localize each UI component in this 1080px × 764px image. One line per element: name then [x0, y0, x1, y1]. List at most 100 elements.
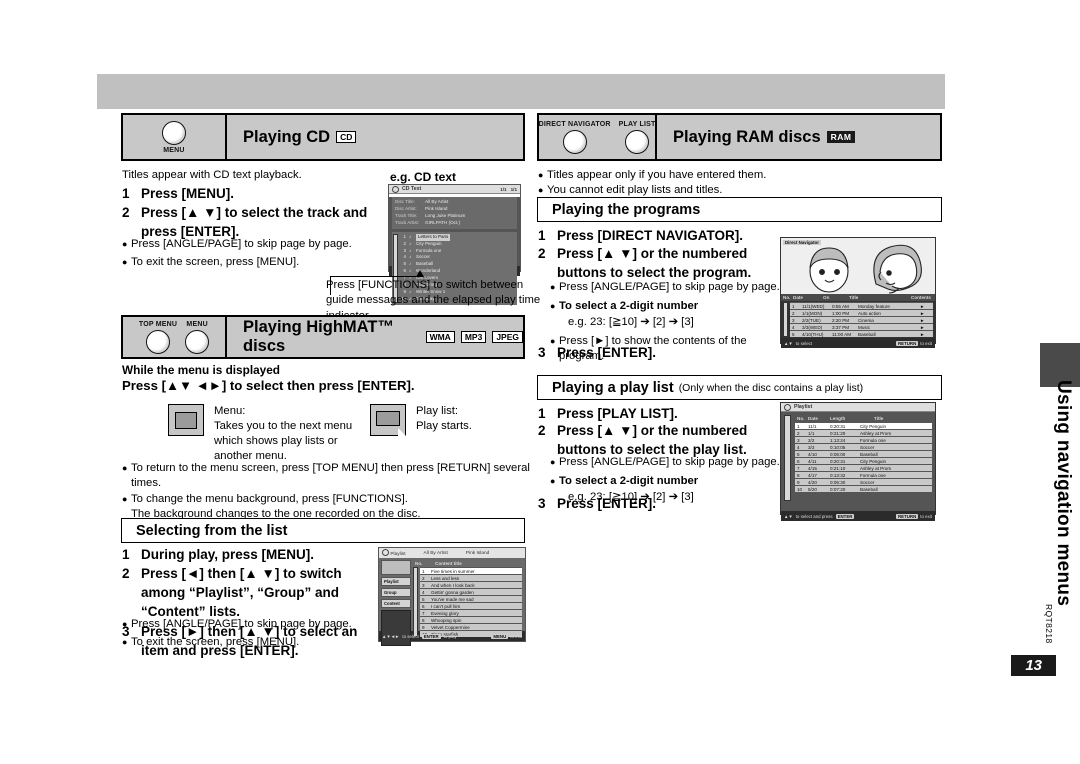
scrollbar[interactable]	[784, 415, 791, 501]
dn-col-on: On	[823, 295, 830, 300]
highmat-list-row[interactable]: 8 Whooping spin	[420, 616, 522, 623]
programs-step-3-wrap: 3 Press [ENTER].	[538, 343, 780, 362]
bullet-dot-icon: ●	[550, 282, 556, 292]
row-contents-arrow-icon[interactable]: ►	[920, 325, 925, 330]
highmat-footer-left: to select	[402, 633, 419, 639]
programs-step-3-number: 3	[538, 345, 546, 360]
dn-col-title: Title	[849, 295, 859, 300]
highmat-playlist-screen: Playlist All By Artist Pink Island Playl…	[378, 547, 526, 646]
scrollbar[interactable]	[413, 567, 418, 637]
cd-track-row[interactable]: 3 ♪ Formula one	[400, 248, 516, 255]
direct-navigator-button-icon[interactable]: DIRECT NAVIGATOR	[539, 121, 611, 154]
highmat-footer-mid: to play	[443, 633, 457, 639]
menu-button-icon[interactable]: MENU	[185, 321, 210, 354]
cd-info-row: Track Artist: GIRLPATH (Oct.)	[395, 220, 514, 227]
pl-footer-key: ENTER	[835, 513, 855, 519]
row-contents-arrow-icon[interactable]: ►	[920, 304, 925, 309]
selecting-step-1-text: During play, press [MENU].	[141, 547, 315, 562]
dn-col-no: No.	[783, 295, 791, 300]
disc-tag-cd: CD	[336, 130, 357, 144]
pl-row[interactable]: 7 4/15 0:21:10 Ashley at Prom	[795, 464, 932, 471]
cd-track-row[interactable]: 5 ♪ Baseball	[400, 261, 516, 268]
highmat-list-row[interactable]: 4 Gettin' gonna garden	[420, 588, 522, 595]
pl-row[interactable]: 2 1/1 0:21:20 Ashley at Prom	[795, 429, 932, 436]
row-contents-arrow-icon[interactable]: ►	[920, 318, 925, 323]
dn-row[interactable]: 5 4/10(THU) 11:00 AM Baseball ►	[790, 330, 933, 337]
playlist-bullet-1-text: Press [ANGLE/PAGE] to skip page by page.	[559, 456, 780, 468]
row-no: 2	[797, 430, 800, 436]
cd-track-row[interactable]: 2 ♪ City Penguin	[400, 241, 516, 248]
cd-track-title: Letters to Paris	[416, 233, 451, 241]
row-title: Baseball	[860, 451, 878, 457]
row-title: City Penguin	[860, 423, 887, 429]
bullet-dot-icon: ●	[122, 257, 128, 268]
highmat-list-row[interactable]: 3 And when I look back	[420, 581, 522, 588]
menu-button-icon[interactable]: MENU	[162, 120, 186, 154]
highmat-side-item-playlist[interactable]: Playlist	[381, 577, 411, 586]
pl-row[interactable]: 1 11/1 0:20:31 City Penguin	[795, 422, 932, 429]
bullet-dot-icon: ●	[122, 239, 128, 249]
row-title: Velvet Coppermine	[431, 624, 470, 630]
row-no: 5	[797, 451, 800, 457]
cd-track-row[interactable]: 4 ♪ Soccer	[400, 254, 516, 261]
play-list-button-icon[interactable]: PLAY LIST	[619, 121, 656, 154]
row-length: 1:13:24	[830, 437, 846, 443]
highmat-list-row[interactable]: 9 Velvet Coppermine	[420, 623, 522, 630]
highmat-list-row[interactable]: 6 I can't pull him	[420, 602, 522, 609]
highmat-screen-title-group: Playlist	[382, 549, 406, 557]
highmat-screen-title: Playlist	[390, 552, 406, 557]
top-menu-button-icon[interactable]: TOP MENU	[139, 321, 177, 354]
dn-row[interactable]: 1 11/1(WED) 0:55 AM Monday feature ►	[790, 302, 933, 309]
row-date: 1/1	[808, 430, 815, 436]
row-title: Gettin' gonna garden	[431, 589, 474, 595]
dn-row[interactable]: 4 3/3(WED) 3:37 PM Music ►	[790, 323, 933, 330]
programs-title: Playing the programs	[552, 201, 701, 218]
pl-row[interactable]: 8 4/17 0:13:32 Formula one	[795, 471, 932, 478]
dn-row[interactable]: 3 2/2(TUE) 2:20 PM Cinema ►	[790, 316, 933, 323]
pl-row[interactable]: 4 3/3 0:10:05 Soccer	[795, 443, 932, 450]
row-date: 5/20	[808, 486, 817, 492]
pl-row[interactable]: 3 2/2 1:13:24 Formula one	[795, 436, 932, 443]
selecting-step-1: 1 During play, press [MENU].	[122, 545, 372, 564]
pl-row[interactable]: 10 5/20 0:07:20 Baseball	[795, 485, 932, 492]
row-contents-arrow-icon[interactable]: ►	[920, 332, 925, 337]
pl-row[interactable]: 5 4/10 0:05:00 Baseball	[795, 450, 932, 457]
ram-playlist-titlebar: Playlist	[781, 403, 935, 412]
side-tab-label: Using navigation menus	[1053, 380, 1074, 607]
playlist-step-3: 3 Press [ENTER].	[538, 494, 780, 513]
cd-track-row[interactable]: 1 ♪ Letters to Paris	[400, 233, 516, 241]
direct-navigator-rows-wrap: 1 11/1(WED) 0:55 AM Monday feature ► 2 1/1(MO…	[781, 301, 935, 338]
row-date: 4/10	[808, 451, 817, 457]
scrollbar[interactable]	[783, 302, 788, 337]
playing-cd-title: Playing CD	[243, 127, 331, 146]
cd-screen-meters: 1/1 1/1	[500, 187, 517, 192]
disc-tag-jpeg: JPEG	[492, 330, 523, 344]
highmat-footer-right-group: MENU to exit	[491, 633, 522, 639]
row-on: 2:20 PM	[832, 317, 850, 323]
highmat-side-item-group[interactable]: Group	[381, 588, 411, 597]
highmat-list-row[interactable]: 1 Five times in summer	[420, 567, 522, 574]
pl-row[interactable]: 6 4/11 0:20:31 City Penguin	[795, 457, 932, 464]
row-no: 7	[422, 610, 425, 616]
highmat-list-row[interactable]: 2 Less and less	[420, 574, 522, 581]
programs-step-3-text: Press [ENTER].	[557, 345, 657, 360]
pl-row[interactable]: 9 4/20 0:05:30 Soccer	[795, 478, 932, 485]
row-on: 0:55 AM	[832, 303, 849, 309]
playlist-step-3-number: 3	[538, 496, 546, 511]
dpad-icon: ▲▼	[784, 513, 793, 519]
row-no: 6	[422, 603, 425, 609]
highmat-list-row[interactable]: 5 You've made me sad	[420, 595, 522, 602]
top-gray-band	[97, 74, 945, 109]
highmat-side-item-content[interactable]: Content	[381, 599, 411, 608]
section-header-playing-cd: MENU Playing CD CD	[121, 113, 525, 161]
cd-step-2-text: Press [▲ ▼] to select the track and pres…	[141, 205, 368, 240]
highmat-screen-album: Pink Island	[465, 550, 490, 556]
highmat-screen-body: Playlist Group Content No. Content title…	[379, 558, 525, 646]
dn-row[interactable]: 2 1/1(MON) 1:00 PM Auto action ►	[790, 309, 933, 316]
bullet-dot-icon: ●	[550, 301, 556, 312]
row-title: Formula one	[860, 437, 886, 443]
row-contents-arrow-icon[interactable]: ►	[920, 311, 925, 316]
selecting-bullets: ● Press [ANGLE/PAGE] to skip page by pag…	[122, 617, 372, 651]
highmat-list-row[interactable]: 7 Evening glory	[420, 609, 522, 616]
row-no: 1	[792, 303, 795, 309]
